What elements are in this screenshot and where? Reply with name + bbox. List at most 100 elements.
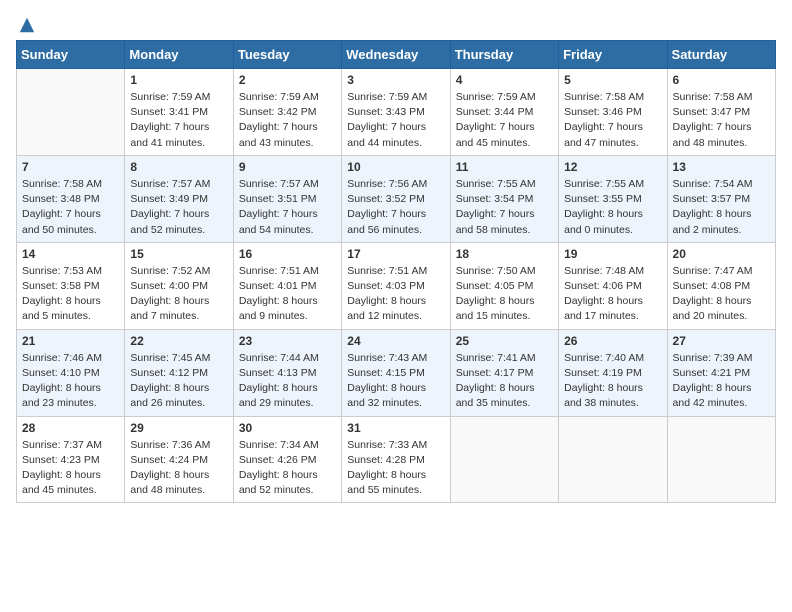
- day-info: Sunrise: 7:45 AM Sunset: 4:12 PM Dayligh…: [130, 351, 227, 412]
- calendar-day-cell: 31 Sunrise: 7:33 AM Sunset: 4:28 PM Dayli…: [342, 416, 450, 503]
- calendar-day-cell: [667, 416, 775, 503]
- day-number: 31: [347, 421, 444, 435]
- day-number: 20: [673, 247, 770, 261]
- calendar-day-cell: 28 Sunrise: 7:37 AM Sunset: 4:23 PM Dayli…: [17, 416, 125, 503]
- logo: [16, 16, 36, 30]
- calendar-day-cell: 4Sunrise: 7:59 AM Sunset: 3:44 PM Daylig…: [450, 69, 558, 156]
- calendar-day-cell: 12 Sunrise: 7:55 AM Sunset: 3:55 PM Dayli…: [559, 155, 667, 242]
- day-number: 19: [564, 247, 661, 261]
- calendar-day-cell: 10 Sunrise: 7:56 AM Sunset: 3:52 PM Dayli…: [342, 155, 450, 242]
- calendar-day-cell: 30Sunrise: 7:34 AM Sunset: 4:26 PM Dayli…: [233, 416, 341, 503]
- calendar-day-cell: 7 Sunrise: 7:58 AM Sunset: 3:48 PM Daylig…: [17, 155, 125, 242]
- calendar-table: SundayMondayTuesdayWednesdayThursdayFrid…: [16, 40, 776, 503]
- day-number: 8: [130, 160, 227, 174]
- calendar-day-cell: 5 Sunrise: 7:58 AM Sunset: 3:46 PM Daylig…: [559, 69, 667, 156]
- day-number: 28: [22, 421, 119, 435]
- logo-icon: [18, 16, 36, 34]
- calendar-day-cell: 27 Sunrise: 7:39 AM Sunset: 4:21 PM Dayli…: [667, 329, 775, 416]
- day-number: 27: [673, 334, 770, 348]
- calendar-week-row: 7 Sunrise: 7:58 AM Sunset: 3:48 PM Daylig…: [17, 155, 776, 242]
- day-info: Sunrise: 7:40 AM Sunset: 4:19 PM Dayligh…: [564, 351, 661, 412]
- day-number: 11: [456, 160, 553, 174]
- calendar-header-row: SundayMondayTuesdayWednesdayThursdayFrid…: [17, 41, 776, 69]
- weekday-header: Sunday: [17, 41, 125, 69]
- day-info: Sunrise: 7:55 AM Sunset: 3:55 PM Dayligh…: [564, 177, 661, 238]
- day-number: 5: [564, 73, 661, 87]
- day-number: 1: [130, 73, 227, 87]
- day-info: Sunrise: 7:55 AM Sunset: 3:54 PM Dayligh…: [456, 177, 553, 238]
- calendar-day-cell: 8 Sunrise: 7:57 AM Sunset: 3:49 PM Daylig…: [125, 155, 233, 242]
- day-info: Sunrise: 7:43 AM Sunset: 4:15 PM Dayligh…: [347, 351, 444, 412]
- calendar-day-cell: [450, 416, 558, 503]
- day-info: Sunrise: 7:47 AM Sunset: 4:08 PM Dayligh…: [673, 264, 770, 325]
- calendar-week-row: 21 Sunrise: 7:46 AM Sunset: 4:10 PM Dayli…: [17, 329, 776, 416]
- calendar-day-cell: 24 Sunrise: 7:43 AM Sunset: 4:15 PM Dayli…: [342, 329, 450, 416]
- weekday-header: Tuesday: [233, 41, 341, 69]
- weekday-header: Monday: [125, 41, 233, 69]
- day-number: 2: [239, 73, 336, 87]
- day-number: 14: [22, 247, 119, 261]
- day-info: Sunrise: 7:52 AM Sunset: 4:00 PM Dayligh…: [130, 264, 227, 325]
- day-number: 18: [456, 247, 553, 261]
- day-info: Sunrise: 7:50 AM Sunset: 4:05 PM Dayligh…: [456, 264, 553, 325]
- day-info: Sunrise: 7:46 AM Sunset: 4:10 PM Dayligh…: [22, 351, 119, 412]
- calendar-day-cell: 29 Sunrise: 7:36 AM Sunset: 4:24 PM Dayli…: [125, 416, 233, 503]
- calendar-day-cell: 20 Sunrise: 7:47 AM Sunset: 4:08 PM Dayli…: [667, 242, 775, 329]
- page-header: [16, 16, 776, 30]
- day-number: 15: [130, 247, 227, 261]
- calendar-day-cell: 2 Sunrise: 7:59 AM Sunset: 3:42 PM Daylig…: [233, 69, 341, 156]
- weekday-header: Wednesday: [342, 41, 450, 69]
- day-number: 9: [239, 160, 336, 174]
- day-number: 17: [347, 247, 444, 261]
- day-number: 30: [239, 421, 336, 435]
- day-info: Sunrise: 7:53 AM Sunset: 3:58 PM Dayligh…: [22, 264, 119, 325]
- calendar-day-cell: 14 Sunrise: 7:53 AM Sunset: 3:58 PM Dayli…: [17, 242, 125, 329]
- calendar-week-row: 14 Sunrise: 7:53 AM Sunset: 3:58 PM Dayli…: [17, 242, 776, 329]
- calendar-day-cell: 13 Sunrise: 7:54 AM Sunset: 3:57 PM Dayli…: [667, 155, 775, 242]
- day-number: 23: [239, 334, 336, 348]
- weekday-header: Friday: [559, 41, 667, 69]
- day-number: 16: [239, 247, 336, 261]
- day-info: Sunrise: 7:58 AM Sunset: 3:46 PM Dayligh…: [564, 90, 661, 151]
- day-number: 25: [456, 334, 553, 348]
- day-info: Sunrise: 7:58 AM Sunset: 3:47 PM Dayligh…: [673, 90, 770, 151]
- calendar-day-cell: 9 Sunrise: 7:57 AM Sunset: 3:51 PM Daylig…: [233, 155, 341, 242]
- day-number: 12: [564, 160, 661, 174]
- calendar-day-cell: 23 Sunrise: 7:44 AM Sunset: 4:13 PM Dayli…: [233, 329, 341, 416]
- calendar-day-cell: 26Sunrise: 7:40 AM Sunset: 4:19 PM Dayli…: [559, 329, 667, 416]
- day-number: 21: [22, 334, 119, 348]
- day-info: Sunrise: 7:36 AM Sunset: 4:24 PM Dayligh…: [130, 438, 227, 499]
- day-info: Sunrise: 7:39 AM Sunset: 4:21 PM Dayligh…: [673, 351, 770, 412]
- day-number: 22: [130, 334, 227, 348]
- day-number: 13: [673, 160, 770, 174]
- day-info: Sunrise: 7:33 AM Sunset: 4:28 PM Dayligh…: [347, 438, 444, 499]
- day-number: 29: [130, 421, 227, 435]
- calendar-day-cell: 6 Sunrise: 7:58 AM Sunset: 3:47 PM Daylig…: [667, 69, 775, 156]
- day-info: Sunrise: 7:51 AM Sunset: 4:03 PM Dayligh…: [347, 264, 444, 325]
- day-info: Sunrise: 7:57 AM Sunset: 3:49 PM Dayligh…: [130, 177, 227, 238]
- day-number: 10: [347, 160, 444, 174]
- day-number: 4: [456, 73, 553, 87]
- day-info: Sunrise: 7:48 AM Sunset: 4:06 PM Dayligh…: [564, 264, 661, 325]
- day-number: 24: [347, 334, 444, 348]
- calendar-day-cell: 21 Sunrise: 7:46 AM Sunset: 4:10 PM Dayli…: [17, 329, 125, 416]
- day-info: Sunrise: 7:44 AM Sunset: 4:13 PM Dayligh…: [239, 351, 336, 412]
- calendar-week-row: 1 Sunrise: 7:59 AM Sunset: 3:41 PM Daylig…: [17, 69, 776, 156]
- day-info: Sunrise: 7:57 AM Sunset: 3:51 PM Dayligh…: [239, 177, 336, 238]
- day-info: Sunrise: 7:59 AM Sunset: 3:41 PM Dayligh…: [130, 90, 227, 151]
- day-info: Sunrise: 7:59 AM Sunset: 3:42 PM Dayligh…: [239, 90, 336, 151]
- day-info: Sunrise: 7:41 AM Sunset: 4:17 PM Dayligh…: [456, 351, 553, 412]
- day-info: Sunrise: 7:58 AM Sunset: 3:48 PM Dayligh…: [22, 177, 119, 238]
- day-info: Sunrise: 7:54 AM Sunset: 3:57 PM Dayligh…: [673, 177, 770, 238]
- day-number: 7: [22, 160, 119, 174]
- day-number: 6: [673, 73, 770, 87]
- day-info: Sunrise: 7:56 AM Sunset: 3:52 PM Dayligh…: [347, 177, 444, 238]
- calendar-day-cell: [559, 416, 667, 503]
- calendar-week-row: 28 Sunrise: 7:37 AM Sunset: 4:23 PM Dayli…: [17, 416, 776, 503]
- day-number: 3: [347, 73, 444, 87]
- day-info: Sunrise: 7:37 AM Sunset: 4:23 PM Dayligh…: [22, 438, 119, 499]
- day-info: Sunrise: 7:59 AM Sunset: 3:43 PM Dayligh…: [347, 90, 444, 151]
- weekday-header: Saturday: [667, 41, 775, 69]
- calendar-day-cell: 18 Sunrise: 7:50 AM Sunset: 4:05 PM Dayli…: [450, 242, 558, 329]
- calendar-day-cell: 25 Sunrise: 7:41 AM Sunset: 4:17 PM Dayli…: [450, 329, 558, 416]
